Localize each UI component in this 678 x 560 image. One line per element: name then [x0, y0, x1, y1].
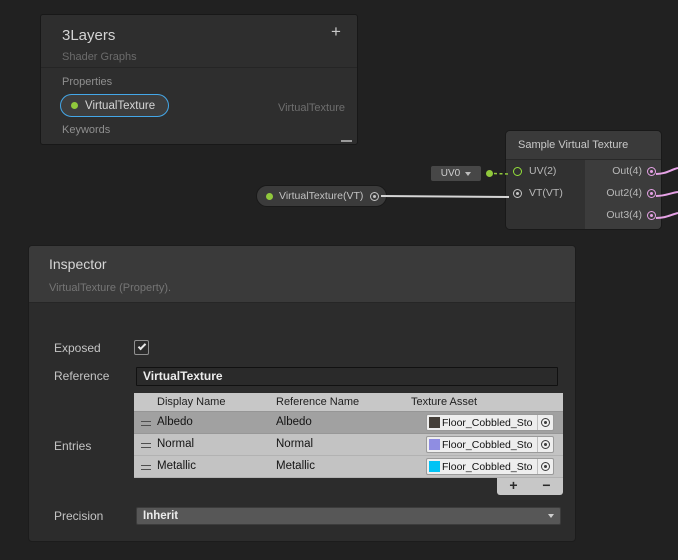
checkmark-icon	[138, 342, 146, 350]
exposed-checkbox[interactable]	[134, 340, 149, 355]
section-properties: Properties	[62, 76, 112, 88]
output-row-out3: Out3(4)	[585, 204, 661, 226]
add-property-button[interactable]: +	[325, 21, 347, 43]
col-reference-name: Reference Name	[276, 396, 359, 408]
virtualtexture-property-node[interactable]: VirtualTexture(VT)	[256, 185, 387, 207]
section-keywords: Keywords	[62, 124, 110, 136]
input-row-uv: UV(2)	[506, 160, 585, 182]
output-row-out: Out(4)	[585, 160, 661, 182]
texture-swatch	[429, 461, 440, 472]
display-name-cell[interactable]: Metallic	[157, 460, 196, 472]
exposed-label: Exposed	[54, 341, 101, 355]
property-pill-label: VirtualTexture	[85, 100, 155, 112]
out-port[interactable]	[647, 167, 656, 176]
object-picker-button[interactable]	[537, 437, 553, 452]
node-inputs: UV(2) VT(VT)	[506, 160, 585, 230]
reference-input[interactable]: VirtualTexture	[136, 367, 558, 386]
table-row[interactable]: Normal Normal Floor_Cobbled_Sto	[134, 434, 563, 456]
resize-grip[interactable]	[341, 140, 352, 142]
texture-asset-field[interactable]: Floor_Cobbled_Sto	[426, 458, 554, 475]
sample-virtual-texture-node[interactable]: Sample Virtual Texture UV(2) VT(VT) Out(…	[505, 130, 662, 230]
output-row-out2: Out2(4)	[585, 182, 661, 204]
reference-name-cell[interactable]: Albedo	[276, 416, 312, 428]
add-entry-button[interactable]: +	[497, 478, 530, 495]
texture-asset-field[interactable]: Floor_Cobbled_Sto	[426, 436, 554, 453]
property-output-port[interactable]	[370, 192, 379, 201]
remove-entry-button[interactable]: −	[530, 478, 563, 495]
property-type-dot-icon	[71, 102, 78, 109]
blackboard-title: 3Layers	[62, 27, 115, 44]
divider	[41, 67, 357, 68]
property-type-label: VirtualTexture	[278, 102, 345, 114]
vt-input-label: VT(VT)	[529, 187, 563, 199]
input-row-vt: VT(VT)	[506, 182, 585, 204]
col-display-name: Display Name	[157, 396, 225, 408]
out2-port[interactable]	[647, 189, 656, 198]
uv-input-label: UV(2)	[529, 165, 556, 177]
table-header-row: Display Name Reference Name Texture Asse…	[134, 393, 563, 412]
entries-table: Display Name Reference Name Texture Asse…	[134, 393, 563, 478]
blackboard-panel[interactable]: 3Layers + Shader Graphs Properties Virtu…	[40, 14, 358, 145]
inspector-subtitle: VirtualTexture (Property).	[49, 282, 171, 294]
out3-label: Out3(4)	[606, 209, 642, 221]
property-type-dot-icon	[266, 193, 273, 200]
texture-asset-name: Floor_Cobbled_Sto	[442, 417, 537, 429]
inspector-panel: Inspector VirtualTexture (Property). Exp…	[28, 245, 576, 542]
vt-input-port[interactable]	[513, 189, 522, 198]
uv-channel-dropdown[interactable]: UV0	[431, 166, 481, 181]
object-picker-icon	[541, 418, 550, 427]
object-picker-icon	[541, 462, 550, 471]
display-name-cell[interactable]: Normal	[157, 438, 194, 450]
inspector-title: Inspector	[49, 256, 107, 272]
object-picker-button[interactable]	[537, 415, 553, 430]
object-picker-button[interactable]	[537, 459, 553, 474]
node-outputs: Out(4) Out2(4) Out3(4)	[585, 160, 661, 230]
blackboard-subtitle: Shader Graphs	[62, 51, 137, 63]
chevron-down-icon	[465, 172, 471, 176]
drag-handle-icon[interactable]	[141, 465, 151, 470]
property-pill-virtualtexture[interactable]: VirtualTexture	[60, 94, 169, 117]
reference-name-cell[interactable]: Metallic	[276, 460, 315, 472]
texture-swatch	[429, 417, 440, 428]
table-row[interactable]: Albedo Albedo Floor_Cobbled_Sto	[134, 412, 563, 434]
reference-name-cell[interactable]: Normal	[276, 438, 313, 450]
precision-value: Inherit	[137, 510, 548, 522]
out2-label: Out2(4)	[606, 187, 642, 199]
display-name-cell[interactable]: Albedo	[157, 416, 193, 428]
inspector-header: Inspector VirtualTexture (Property).	[29, 246, 575, 303]
table-footer: + −	[497, 478, 563, 495]
texture-asset-field[interactable]: Floor_Cobbled_Sto	[426, 414, 554, 431]
precision-dropdown[interactable]: Inherit	[136, 507, 561, 525]
node-title: Sample Virtual Texture	[506, 131, 661, 160]
drag-handle-icon[interactable]	[141, 443, 151, 448]
property-node-label: VirtualTexture(VT)	[279, 190, 363, 202]
table-row[interactable]: Metallic Metallic Floor_Cobbled_Sto	[134, 456, 563, 478]
texture-swatch	[429, 439, 440, 450]
drag-handle-icon[interactable]	[141, 421, 151, 426]
col-texture-asset: Texture Asset	[411, 396, 477, 408]
uv-wire-dot-icon	[486, 170, 493, 177]
out3-port[interactable]	[647, 211, 656, 220]
texture-asset-name: Floor_Cobbled_Sto	[442, 439, 537, 451]
wire-vt	[381, 196, 509, 197]
object-picker-icon	[541, 440, 550, 449]
texture-asset-name: Floor_Cobbled_Sto	[442, 461, 537, 473]
out-label: Out(4)	[612, 165, 642, 177]
uv-channel-value: UV0	[441, 168, 460, 179]
reference-label: Reference	[54, 369, 109, 383]
entries-label: Entries	[54, 439, 91, 453]
precision-label: Precision	[54, 509, 103, 523]
uv-input-port[interactable]	[513, 167, 522, 176]
chevron-down-icon	[548, 514, 554, 518]
